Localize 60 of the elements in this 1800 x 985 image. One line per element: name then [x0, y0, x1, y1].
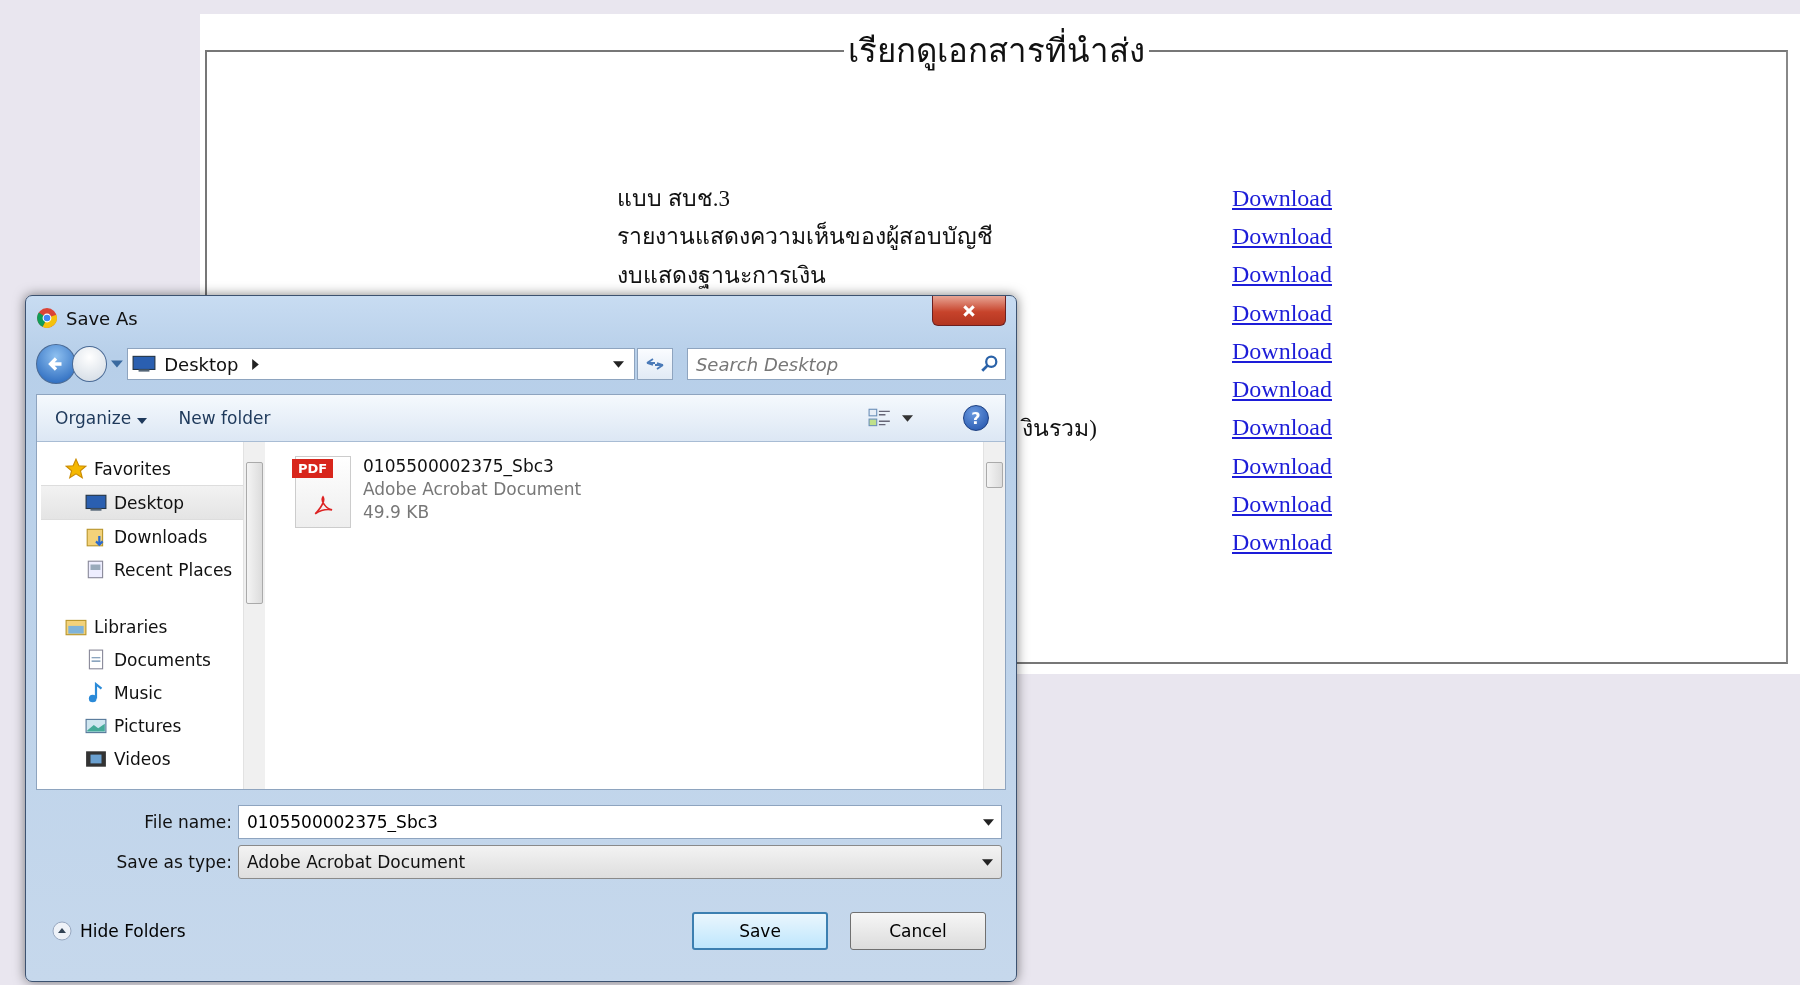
document-label: รายงานแสดงความเห็นของผู้สอบบัญชี — [617, 218, 993, 255]
back-button[interactable] — [36, 344, 76, 384]
file-item[interactable]: PDF 0105500002375_Sbc3 Adobe Acrobat Document 49.9 KB — [295, 456, 953, 528]
dropdown-caret-icon — [136, 418, 147, 424]
browser-icon — [36, 307, 58, 329]
dropdown-caret-icon[interactable] — [902, 414, 913, 422]
scrollbar[interactable] — [243, 442, 265, 789]
scrollbar[interactable] — [983, 442, 1005, 789]
download-link[interactable]: Download — [1232, 414, 1332, 442]
nav-item[interactable]: Videos — [41, 742, 243, 775]
field-label: File name: — [143, 812, 232, 832]
star-icon — [65, 457, 87, 480]
download-link[interactable]: Download — [1232, 491, 1332, 518]
document-label: งินรวม) — [1022, 414, 1097, 443]
download-link[interactable]: Download — [1232, 222, 1332, 250]
section-title: เรียกดูเอกสารที่นำส่ง — [844, 24, 1149, 77]
breadcrumb-arrow-icon — [252, 358, 260, 370]
refresh-button[interactable] — [637, 348, 673, 380]
close-icon — [962, 303, 976, 318]
search-icon — [980, 355, 998, 373]
nav-group[interactable]: Favorites — [41, 452, 243, 485]
download-link[interactable]: Download — [1232, 452, 1332, 480]
dropdown-caret-icon — [613, 360, 625, 368]
collapse-icon — [52, 921, 72, 941]
download-link[interactable]: Download — [1232, 261, 1332, 289]
nav-item[interactable]: Pictures — [41, 709, 243, 742]
nav-item[interactable]: Downloads — [41, 520, 243, 553]
organize-menu[interactable]: Organize — [49, 404, 153, 432]
nav-item[interactable]: Desktop — [41, 485, 243, 520]
document-label: แบบ สบช.3 — [617, 185, 730, 214]
pdf-file-icon: PDF — [295, 456, 351, 528]
download-link[interactable]: Download — [1232, 529, 1332, 557]
file-name-field[interactable]: 0105500002375_Sbc3 — [238, 805, 1002, 839]
dialog-title: Save As — [66, 307, 139, 329]
save-button[interactable]: Save — [692, 912, 828, 950]
document-label: งบแสดงฐานะการเงิน — [617, 261, 826, 291]
cancel-button[interactable]: Cancel — [850, 912, 986, 950]
nav-item[interactable]: Documents — [41, 643, 243, 676]
download-link[interactable]: Download — [1232, 299, 1332, 327]
dropdown-caret-icon[interactable] — [983, 819, 994, 826]
download-link[interactable]: Download — [1232, 376, 1332, 404]
field-label: Save as type: — [115, 852, 232, 872]
hide-folders-button[interactable]: Hide Folders — [36, 921, 186, 941]
download-link[interactable]: Download — [1232, 184, 1332, 212]
monitor-icon — [132, 355, 157, 373]
refresh-arrows-icon — [645, 357, 666, 371]
address-bar[interactable]: Desktop — [127, 348, 636, 380]
nav-item[interactable]: Music — [41, 676, 243, 709]
view-options-icon[interactable] — [868, 407, 892, 429]
close-button[interactable] — [932, 296, 1006, 326]
forward-button[interactable] — [71, 346, 108, 382]
download-link[interactable]: Download — [1232, 337, 1332, 365]
history-caret-icon[interactable] — [111, 360, 124, 368]
search-field[interactable]: Search Desktop — [686, 348, 1006, 380]
dropdown-caret-icon — [982, 858, 993, 866]
help-button[interactable]: ? — [963, 405, 989, 431]
save-type-dropdown[interactable]: Adobe Acrobat Document — [238, 845, 1002, 879]
nav-group[interactable]: Libraries — [41, 610, 243, 643]
new-folder-button[interactable]: New folder — [172, 404, 277, 432]
nav-item[interactable]: Recent Places — [41, 553, 243, 586]
